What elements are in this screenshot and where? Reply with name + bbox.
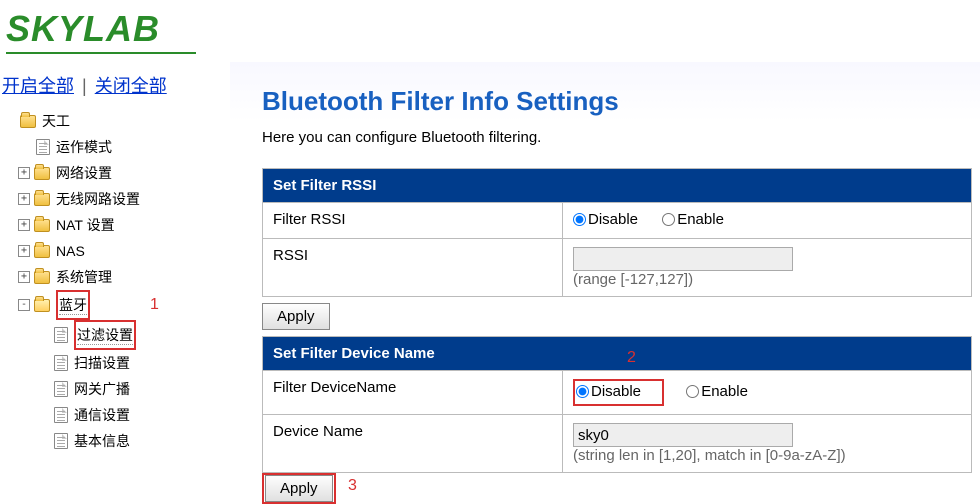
devname-label: Device Name [263,415,563,473]
tree-item-filter-settings[interactable]: 过滤设置 [2,320,228,350]
logo-text: SKYLAB [6,8,974,50]
devname-input[interactable] [573,423,793,447]
expand-icon[interactable]: + [18,167,30,179]
filter-rssi-disable-radio[interactable] [573,213,586,226]
filter-rssi-label: Filter RSSI [263,203,563,239]
tree-item-wireless[interactable]: + 无线网路设置 [2,186,228,212]
rssi-hint: (range [-127,127]) [573,271,961,288]
tree-item-label: 基本信息 [74,428,130,454]
tree-item-label: NAS [56,238,85,264]
open-all-link[interactable]: 开启全部 [2,76,74,96]
page-title: Bluetooth Filter Info Settings [262,86,980,117]
tree-item-label: 扫描设置 [74,350,130,376]
close-all-link[interactable]: 关闭全部 [95,76,167,96]
main-content: Bluetooth Filter Info Settings Here you … [230,62,980,504]
page-description: Here you can configure Bluetooth filteri… [262,129,980,146]
expand-icon[interactable]: + [18,193,30,205]
tree-item-gateway-broadcast[interactable]: 网关广播 [2,376,228,402]
expand-icon[interactable]: + [18,219,30,231]
tree-item-label: 无线网路设置 [56,186,140,212]
tree-item-scan-settings[interactable]: 扫描设置 [2,350,228,376]
collapse-icon[interactable]: - [18,299,30,311]
tree-item-label: 系统管理 [56,264,112,290]
annotation-3: 3 [348,477,357,495]
tree-item-comm-settings[interactable]: 通信设置 [2,402,228,428]
folder-icon [20,115,36,128]
apply-rssi-button[interactable]: Apply [262,303,330,330]
tree-item-network[interactable]: + 网络设置 [2,160,228,186]
expand-icon[interactable]: + [18,271,30,283]
rssi-label: RSSI [263,239,563,297]
tree-item-label: 网关广播 [74,376,130,402]
expand-collapse-links: 开启全部 | 关闭全部 [2,66,228,108]
filter-devname-label: Filter DeviceName [263,371,563,415]
tree-item-label: 蓝牙 [59,297,87,315]
expand-icon[interactable]: + [18,245,30,257]
filter-rssi-enable-radio[interactable] [662,213,675,226]
apply-devname-button[interactable]: Apply [265,475,333,502]
tree-item-label: 运作模式 [56,134,112,160]
filter-rssi-disable-label[interactable]: Disable [573,211,638,228]
rssi-section: Set Filter RSSI Filter RSSI Disable Enab… [262,168,972,297]
folder-icon [34,245,50,258]
annotation-1: 1 [150,292,159,318]
annotation-2: 2 [627,349,636,367]
folder-icon [34,271,50,284]
page-icon [54,381,68,397]
tree-root[interactable]: 天工 [2,108,228,134]
sidebar: 开启全部 | 关闭全部 天工 运作模式 + 网络设置 + [0,62,230,504]
tree-item-label: 网络设置 [56,160,112,186]
tree-item-label: 过滤设置 [77,327,133,345]
tree-item-bluetooth[interactable]: - 蓝牙 1 [2,290,228,320]
tree-item-sysadmin[interactable]: + 系统管理 [2,264,228,290]
page-icon [54,407,68,423]
tree-root-label: 天工 [42,108,70,134]
page-icon [54,433,68,449]
tree-item-label: NAT 设置 [56,212,115,238]
folder-icon [34,167,50,180]
tree-item-basic-info[interactable]: 基本信息 [2,428,228,454]
logo-underline [6,52,196,54]
filter-devname-enable-label[interactable]: Enable [686,383,748,400]
nav-tree: 天工 运作模式 + 网络设置 + 无线网路设置 + NAT 设置 [2,108,228,454]
filter-rssi-enable-label[interactable]: Enable [662,211,724,228]
filter-devname-enable-radio[interactable] [686,385,699,398]
page-icon [36,139,50,155]
rssi-section-header: Set Filter RSSI [263,169,972,203]
tree-item-mode[interactable]: 运作模式 [2,134,228,160]
filter-rssi-radio-group: Disable Enable [573,213,744,230]
filter-devname-disable-label[interactable]: Disable [576,383,641,400]
link-separator: | [82,76,87,96]
rssi-input[interactable] [573,247,793,271]
page-icon [54,355,68,371]
folder-open-icon [34,299,50,312]
page-icon [54,327,68,343]
tree-item-nat[interactable]: + NAT 设置 [2,212,228,238]
folder-icon [34,193,50,206]
devname-hint: (string len in [1,20], match in [0-9a-zA… [573,447,961,464]
devname-section-header: Set Filter Device Name [263,337,972,371]
folder-icon [34,219,50,232]
filter-devname-radio-group: Disable Enable [573,385,768,402]
logo-area: SKYLAB [0,0,980,62]
tree-item-nas[interactable]: + NAS [2,238,228,264]
tree-item-label: 通信设置 [74,402,130,428]
devname-section: Set Filter Device Name Filter DeviceName… [262,336,972,473]
filter-devname-disable-radio[interactable] [576,385,589,398]
